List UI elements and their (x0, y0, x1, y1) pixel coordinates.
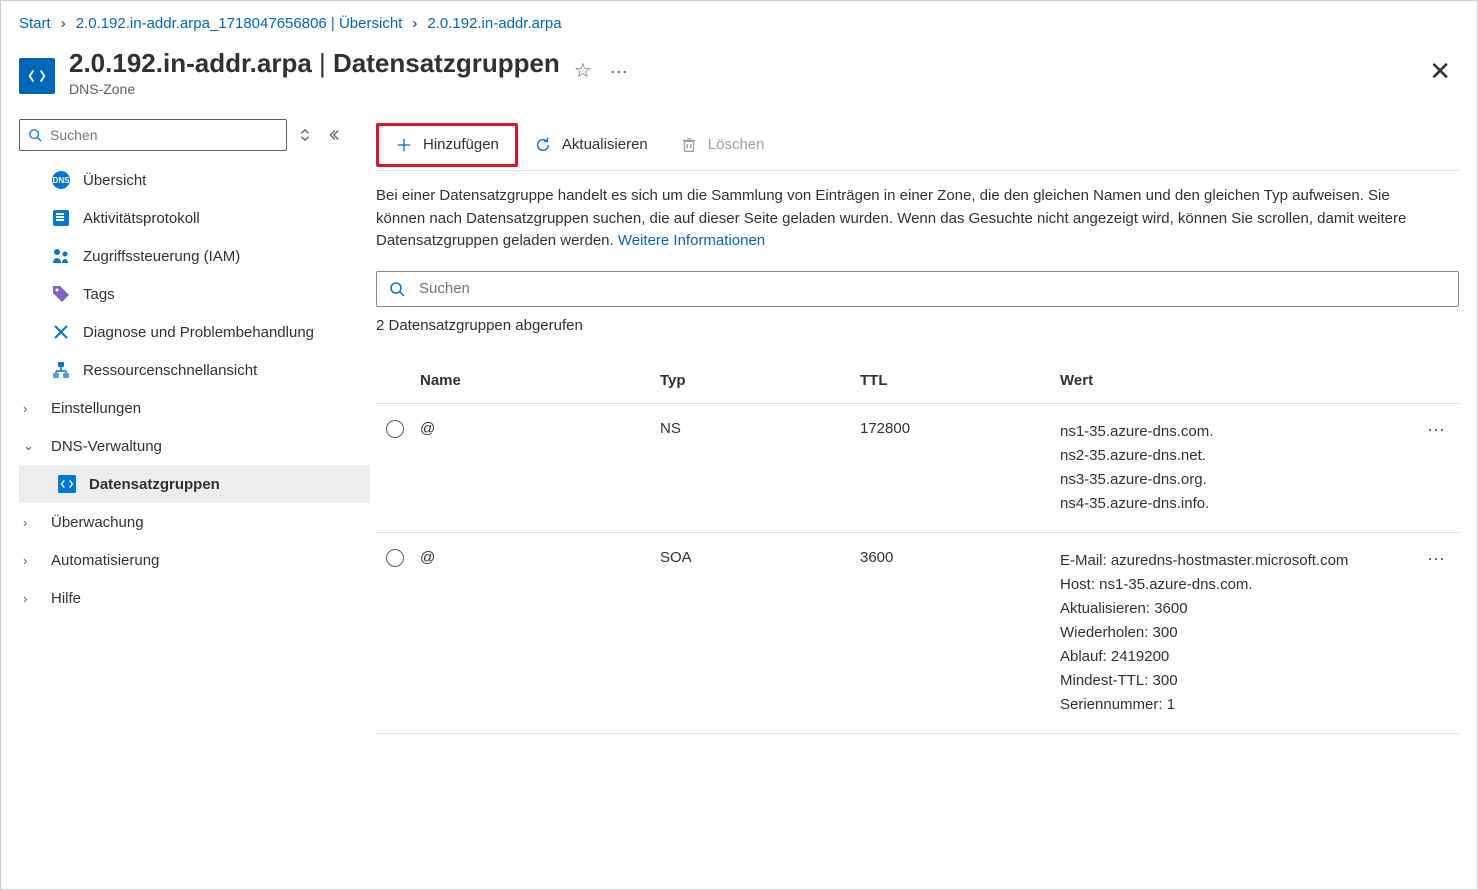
content: Hinzufügen Aktualisieren Löschen Bei ein… (376, 119, 1477, 734)
chevron-down-icon: ⌄ (23, 438, 39, 454)
breadcrumb-start[interactable]: Start (19, 15, 51, 32)
dns-icon: DNS (51, 170, 71, 190)
cell-ttl: 3600 (852, 532, 1052, 733)
close-icon[interactable]: ✕ (1429, 56, 1451, 87)
sidebar-item-overview[interactable]: DNS Übersicht (19, 161, 370, 199)
col-type[interactable]: Typ (652, 358, 852, 404)
row-more-icon[interactable]: ⋯ (1427, 420, 1445, 440)
row-checkbox[interactable] (386, 549, 404, 567)
cell-name: @ (412, 532, 652, 733)
table-row[interactable]: @NS172800ns1-35.azure-dns.com.ns2-35.azu… (376, 403, 1459, 532)
people-icon (51, 246, 71, 266)
breadcrumb: Start › 2.0.192.in-addr.arpa_17180476568… (1, 1, 1477, 40)
row-more-icon[interactable]: ⋯ (1427, 549, 1445, 569)
cell-name: @ (412, 403, 652, 532)
cell-ttl: 172800 (852, 403, 1052, 532)
table-search-input[interactable] (419, 280, 1446, 297)
sidebar-item-automation[interactable]: › Automatisierung (19, 541, 370, 579)
breadcrumb-overview[interactable]: 2.0.192.in-addr.arpa_1718047656806 | Übe… (76, 15, 403, 32)
sidebar-item-recordsets[interactable]: Datensatzgruppen (19, 465, 370, 503)
dns-zone-icon (19, 58, 55, 94)
tag-icon (51, 284, 71, 304)
sidebar-item-activity[interactable]: Aktivitätsprotokoll (19, 199, 370, 237)
cell-value: ns1-35.azure-dns.com.ns2-35.azure-dns.ne… (1052, 403, 1419, 532)
sidebar-item-diagnose[interactable]: Diagnose und Problembehandlung (19, 313, 370, 351)
add-button[interactable]: Hinzufügen (376, 123, 518, 167)
chevron-right-icon: › (23, 553, 39, 568)
sidebar-item-dnsmgmt[interactable]: ⌄ DNS-Verwaltung (19, 427, 370, 465)
toolbar: Hinzufügen Aktualisieren Löschen (376, 119, 1459, 171)
sidebar-search[interactable] (19, 119, 287, 151)
table-row[interactable]: @SOA3600E-Mail: azuredns-hostmaster.micr… (376, 532, 1459, 733)
refresh-button[interactable]: Aktualisieren (518, 123, 664, 167)
page-title: 2.0.192.in-addr.arpa | Datensatzgruppen (69, 48, 560, 79)
collapse-sidebar-icon[interactable] (323, 125, 343, 145)
expand-updown-icon[interactable] (295, 125, 315, 145)
sidebar: DNS Übersicht Aktivitätsprotokoll Zugrif… (1, 119, 376, 734)
recordset-table: Name Typ TTL Wert @NS172800ns1-35.azure-… (376, 358, 1459, 734)
sidebar-item-settings[interactable]: › Einstellungen (19, 389, 370, 427)
more-icon[interactable]: ⋯ (610, 62, 628, 83)
sidebar-search-input[interactable] (50, 127, 278, 143)
intro-text: Bei einer Datensatzgruppe handelt es sic… (376, 171, 1436, 253)
sidebar-item-tags[interactable]: Tags (19, 275, 370, 313)
sidebar-item-help[interactable]: › Hilfe (19, 579, 370, 617)
chevron-right-icon: › (23, 401, 39, 416)
page-subtitle: DNS-Zone (69, 81, 560, 97)
chevron-right-icon: › (61, 15, 66, 32)
cell-type: SOA (652, 532, 852, 733)
breadcrumb-zone[interactable]: 2.0.192.in-addr.arpa (427, 15, 561, 32)
col-name[interactable]: Name (412, 358, 652, 404)
sidebar-item-resourcevis[interactable]: Ressourcenschnellansicht (19, 351, 370, 389)
sidebar-item-monitoring[interactable]: › Überwachung (19, 503, 370, 541)
cell-value: E-Mail: azuredns-hostmaster.microsoft.co… (1052, 532, 1419, 733)
chevron-right-icon: › (23, 591, 39, 606)
log-icon (51, 208, 71, 228)
cell-type: NS (652, 403, 852, 532)
chevron-right-icon: › (23, 515, 39, 530)
table-search[interactable] (376, 271, 1459, 307)
col-value[interactable]: Wert (1052, 358, 1419, 404)
more-info-link[interactable]: Weitere Informationen (618, 232, 765, 249)
chevron-right-icon: › (412, 15, 417, 32)
result-count: 2 Datensatzgruppen abgerufen (376, 317, 1459, 334)
hierarchy-icon (51, 360, 71, 380)
favorite-icon[interactable]: ☆ (574, 58, 592, 83)
sidebar-item-iam[interactable]: Zugriffssteuerung (IAM) (19, 237, 370, 275)
col-ttl[interactable]: TTL (852, 358, 1052, 404)
row-checkbox[interactable] (386, 420, 404, 438)
dns-zone-icon (57, 474, 77, 494)
tools-icon (51, 322, 71, 342)
delete-button: Löschen (664, 123, 781, 167)
page-header: 2.0.192.in-addr.arpa | Datensatzgruppen … (1, 40, 1477, 97)
